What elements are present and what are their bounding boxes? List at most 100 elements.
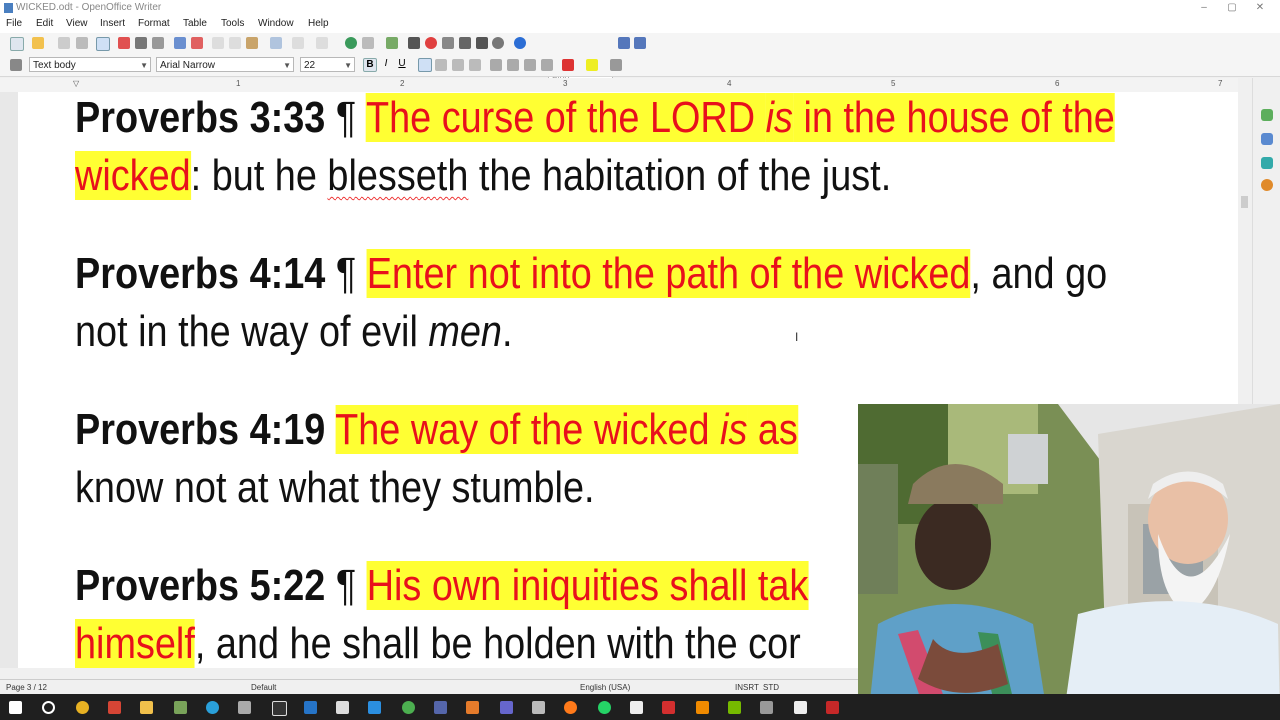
chrome-icon[interactable] xyxy=(76,701,89,714)
font-name-select[interactable]: Arial Narrow ▼ xyxy=(156,57,294,72)
autospellcheck-icon[interactable] xyxy=(191,37,203,49)
acrobat-icon[interactable] xyxy=(662,701,675,714)
bullets-icon[interactable] xyxy=(507,59,519,71)
menu-help[interactable]: Help xyxy=(308,18,329,29)
app-icon[interactable] xyxy=(500,701,513,714)
ruler-number: 4 xyxy=(727,79,732,88)
zoom-icon[interactable] xyxy=(492,37,504,49)
numbering-icon[interactable] xyxy=(490,59,502,71)
clone-format-icon[interactable] xyxy=(270,37,282,49)
navigator-icon[interactable] xyxy=(425,37,437,49)
nonprinting-chars-icon[interactable] xyxy=(476,37,488,49)
app-icon[interactable] xyxy=(174,701,187,714)
minimize-button[interactable]: – xyxy=(1190,0,1218,16)
menu-tools[interactable]: Tools xyxy=(221,18,244,29)
app-icon[interactable] xyxy=(434,701,447,714)
font-color-icon[interactable] xyxy=(562,59,574,71)
vlc-icon[interactable] xyxy=(696,701,709,714)
menu-table[interactable]: Table xyxy=(183,18,207,29)
verse-paragraph: Proverbs 3:33 ¶ The curse of the LORD is… xyxy=(75,92,1115,205)
close-button[interactable]: ✕ xyxy=(1246,0,1274,16)
font-size-select[interactable]: 22 ▼ xyxy=(300,57,355,72)
menu-insert[interactable]: Insert xyxy=(100,18,125,29)
paragraph-style-value: Text body xyxy=(33,60,76,71)
open-folder-icon[interactable] xyxy=(32,37,44,49)
data-sources-icon[interactable] xyxy=(459,37,471,49)
app-icon[interactable] xyxy=(630,701,643,714)
align-center-icon[interactable] xyxy=(435,59,447,71)
app-icon[interactable] xyxy=(304,701,317,714)
body-text: the habitation of the just. xyxy=(468,151,892,200)
spellcheck-icon[interactable] xyxy=(174,37,186,49)
underline-icon[interactable]: U xyxy=(396,58,408,70)
hyperlink-icon[interactable] xyxy=(345,37,357,49)
find-next-icon[interactable] xyxy=(618,37,630,49)
align-right-icon[interactable] xyxy=(452,59,464,71)
mail-icon[interactable] xyxy=(108,701,121,714)
body-text: , and he shall be holden with the cor xyxy=(194,619,801,668)
save-icon[interactable] xyxy=(58,37,70,49)
app-icon[interactable] xyxy=(238,701,251,714)
export-pdf-icon[interactable] xyxy=(118,37,130,49)
gallery-icon[interactable] xyxy=(442,37,454,49)
paragraph-style-select[interactable]: Text body ▼ xyxy=(29,57,151,72)
telegram-icon[interactable] xyxy=(206,701,219,714)
undo-icon[interactable] xyxy=(292,37,304,49)
email-icon[interactable] xyxy=(76,37,88,49)
new-document-icon[interactable] xyxy=(10,37,24,51)
print-icon[interactable] xyxy=(135,37,147,49)
find-previous-icon[interactable] xyxy=(634,37,646,49)
standard-toolbar: Find xyxy=(0,33,1280,83)
justify-icon[interactable] xyxy=(469,59,481,71)
background-color-icon[interactable] xyxy=(610,59,622,71)
scrollbar-thumb[interactable] xyxy=(1241,196,1248,208)
search-icon[interactable] xyxy=(42,701,55,714)
help-icon[interactable] xyxy=(514,37,526,49)
edit-mode-icon[interactable] xyxy=(96,37,110,51)
navigator-icon[interactable] xyxy=(1261,179,1273,191)
app-icon[interactable] xyxy=(794,701,807,714)
app-icon[interactable] xyxy=(760,701,773,714)
maximize-button[interactable]: ▢ xyxy=(1218,0,1246,16)
app-icon[interactable] xyxy=(336,701,349,714)
copy-icon[interactable] xyxy=(229,37,241,49)
menu-format[interactable]: Format xyxy=(138,18,170,29)
menu-window[interactable]: Window xyxy=(258,18,294,29)
file-explorer-icon[interactable] xyxy=(140,701,153,714)
app-icon[interactable] xyxy=(466,701,479,714)
body-text: . xyxy=(501,307,513,356)
firefox-icon[interactable] xyxy=(564,701,577,714)
menu-edit[interactable]: Edit xyxy=(36,18,53,29)
decrease-indent-icon[interactable] xyxy=(524,59,536,71)
gallery-icon[interactable] xyxy=(1261,157,1273,169)
increase-indent-icon[interactable] xyxy=(541,59,553,71)
start-icon[interactable] xyxy=(9,701,22,714)
highlighted-text: himself xyxy=(75,619,195,668)
chevron-down-icon: ▼ xyxy=(344,61,352,70)
verse-reference: Proverbs 4:14 xyxy=(75,249,326,298)
nvidia-icon[interactable] xyxy=(728,701,741,714)
app-icon[interactable] xyxy=(532,701,545,714)
paste-icon[interactable] xyxy=(246,37,258,49)
obs-icon[interactable] xyxy=(272,701,287,716)
redo-icon[interactable] xyxy=(316,37,328,49)
align-left-icon[interactable] xyxy=(418,58,432,72)
print-preview-icon[interactable] xyxy=(152,37,164,49)
italic-icon[interactable]: I xyxy=(380,58,392,70)
styles-icon[interactable] xyxy=(1261,133,1273,145)
bold-icon[interactable]: B xyxy=(363,58,377,72)
show-draw-functions-icon[interactable] xyxy=(386,37,398,49)
cut-icon[interactable] xyxy=(212,37,224,49)
highlighting-icon[interactable] xyxy=(586,59,598,71)
table-icon[interactable] xyxy=(362,37,374,49)
app-icon[interactable] xyxy=(368,701,381,714)
menu-file[interactable]: File xyxy=(6,18,22,29)
find-replace-icon[interactable] xyxy=(408,37,420,49)
app-icon[interactable] xyxy=(402,701,415,714)
menu-view[interactable]: View xyxy=(66,18,88,29)
whatsapp-icon[interactable] xyxy=(598,701,611,714)
highlighted-italic-text: is xyxy=(720,405,748,454)
properties-icon[interactable] xyxy=(1261,109,1273,121)
app-icon[interactable] xyxy=(826,701,839,714)
styles-formatting-icon[interactable] xyxy=(10,59,22,71)
